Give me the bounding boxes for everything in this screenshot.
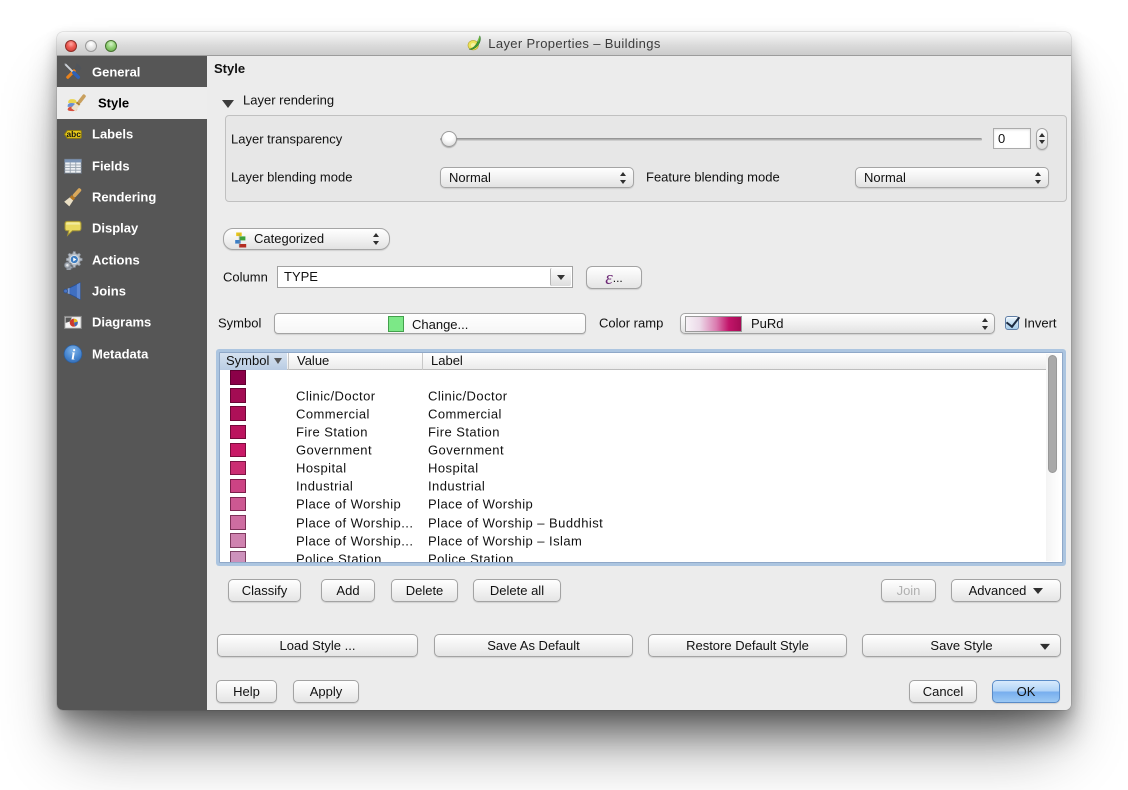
svg-text:abc: abc — [66, 129, 81, 139]
svg-text:i: i — [71, 347, 75, 363]
